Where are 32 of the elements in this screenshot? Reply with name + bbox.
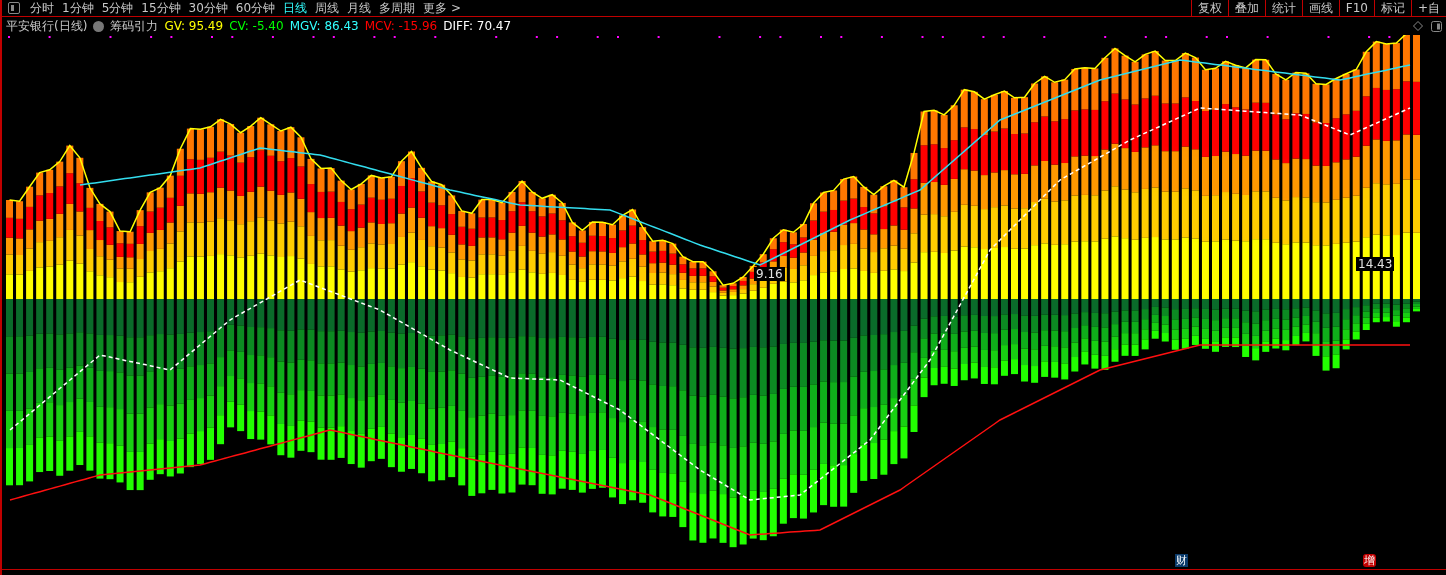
toolbar-button[interactable]: 复权 — [1190, 0, 1228, 16]
panel-icon[interactable] — [1431, 20, 1442, 32]
indicator-value: MCV: -15.96 — [364, 19, 438, 33]
period-tab[interactable]: 分时 — [26, 0, 58, 17]
indicator-value: GV: 95.49 — [164, 19, 224, 33]
dropdown-circle-icon[interactable] — [93, 20, 105, 32]
period-tab[interactable]: 60分钟 — [231, 0, 280, 17]
event-badge[interactable]: 财 — [1175, 554, 1188, 567]
period-tab[interactable]: 日线 — [279, 0, 312, 17]
stock-title: 平安银行(日线) — [6, 17, 88, 35]
period-tab[interactable]: 1分钟 — [58, 0, 98, 17]
indicator-name: 筹码引力 — [110, 17, 159, 35]
toolbar-button[interactable]: 叠加 — [1227, 0, 1265, 16]
period-tab[interactable]: 30分钟 — [184, 0, 232, 17]
indicator-value: DIFF: 70.47 — [443, 19, 512, 33]
toolbar-button[interactable]: F10 — [1338, 0, 1374, 16]
event-badge[interactable]: 增 — [1363, 554, 1376, 567]
period-tab[interactable]: 多周期 — [375, 0, 420, 17]
price-label: 14.43 — [1356, 257, 1395, 271]
period-tab[interactable]: 15分钟 — [137, 0, 185, 17]
toolbar-button[interactable]: 统计 — [1264, 0, 1302, 16]
panel-toggle-icon[interactable] — [8, 2, 20, 14]
period-tab[interactable]: 5分钟 — [97, 0, 138, 17]
period-tab[interactable]: 更多 > — [419, 0, 465, 17]
toolbar-button[interactable]: 画线 — [1301, 0, 1339, 16]
period-tab[interactable]: 周线 — [311, 0, 344, 17]
indicator-value: MGV: 86.43 — [289, 19, 359, 33]
toolbar-button[interactable]: 标记 — [1373, 0, 1411, 16]
price-label: 9.16 — [754, 267, 785, 281]
period-tab[interactable]: 月线 — [343, 0, 376, 17]
toolbar-button[interactable]: +自 — [1410, 0, 1446, 16]
indicator-value: CV: -5.40 — [229, 19, 284, 33]
